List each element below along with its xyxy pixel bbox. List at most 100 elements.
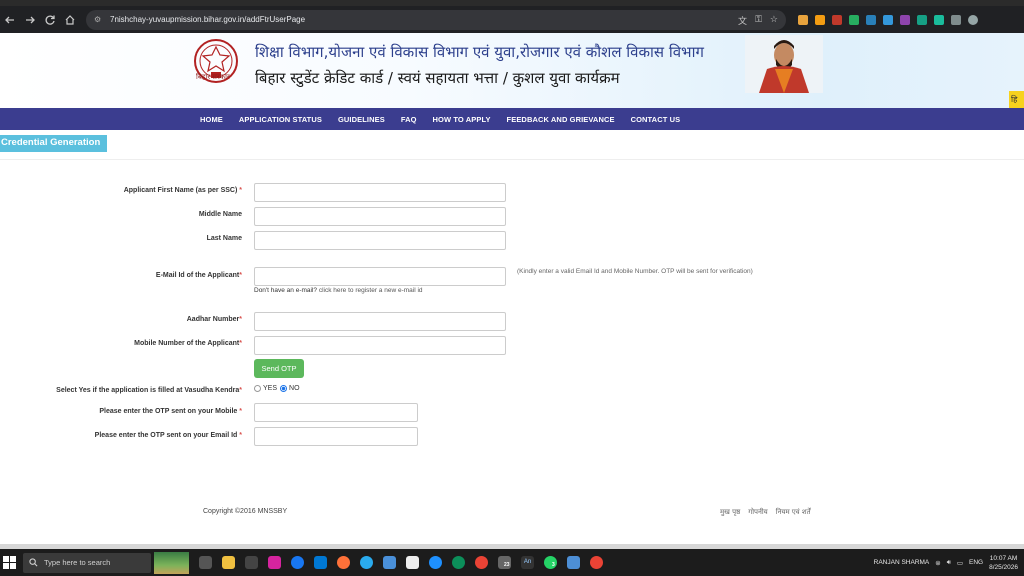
mobile-label: Mobile Number of the Applicant* xyxy=(134,340,242,347)
url-text: 7nishchay-yuvaupmission.bihar.gov.in/add… xyxy=(110,15,306,24)
main-nav: HOME APPLICATION STATUS GUIDELINES FAQ H… xyxy=(0,108,1024,130)
extension-icon[interactable] xyxy=(866,14,876,25)
extension-icon[interactable] xyxy=(934,14,944,25)
no-radio[interactable] xyxy=(280,385,288,392)
first-name-label: Applicant First Name (as per SSC) * xyxy=(124,187,242,194)
star-icon[interactable]: ☆ xyxy=(770,14,778,27)
system-tray: RANJAN SHARMA ⊜ 🔊︎ ▭ ENG 10:07 AM 8/25/2… xyxy=(874,549,1018,576)
back-icon[interactable] xyxy=(0,10,20,30)
no-email-text: Don't have an e-mail? xyxy=(254,287,318,294)
capcut-icon[interactable] xyxy=(406,556,419,569)
key-icon[interactable]: ⚿ xyxy=(755,14,762,27)
nav-contact-us[interactable]: CONTACT US xyxy=(631,115,681,124)
mobile-input[interactable] xyxy=(254,336,506,355)
no-radio-label: NO xyxy=(289,385,300,392)
divider xyxy=(0,159,1024,160)
file-explorer-icon[interactable] xyxy=(222,556,235,569)
footer-link-home[interactable]: मुख पृष्ठ xyxy=(720,508,740,517)
app-icon[interactable] xyxy=(567,556,580,569)
forward-icon[interactable] xyxy=(20,10,40,30)
language-indicator[interactable]: ENG xyxy=(969,559,983,566)
nav-application-status[interactable]: APPLICATION STATUS xyxy=(239,115,322,124)
firefox-icon[interactable] xyxy=(337,556,350,569)
no-email-note: Don't have an e-mail? click here to regi… xyxy=(254,287,423,294)
middle-name-input[interactable] xyxy=(254,207,506,226)
profile-icon[interactable] xyxy=(968,14,978,25)
first-name-label-text: Applicant First Name (as per SSC) xyxy=(123,187,238,194)
nav-how-to-apply[interactable]: HOW TO APPLY xyxy=(433,115,491,124)
required-mark: * xyxy=(239,432,242,439)
nav-feedback-grievance[interactable]: FEEDBACK AND GRIEVANCE xyxy=(507,115,615,124)
pinned-apps: 23 An 3 xyxy=(199,556,603,569)
required-mark: * xyxy=(239,316,242,323)
first-name-input[interactable] xyxy=(254,183,506,202)
calendar-icon[interactable] xyxy=(245,556,258,569)
language-toggle[interactable]: हि xyxy=(1009,91,1024,109)
email-label: E-Mail Id of the Applicant* xyxy=(156,272,242,279)
instagram-icon[interactable] xyxy=(268,556,281,569)
otp-mobile-label: Please enter the OTP sent on your Mobile… xyxy=(99,408,242,415)
extension-icon[interactable] xyxy=(883,14,893,25)
taskbar-search-placeholder: Type here to search xyxy=(44,558,111,567)
windows-start-icon[interactable] xyxy=(3,555,17,570)
credential-generation-tab[interactable]: Credential Generation xyxy=(0,135,107,152)
otp-mobile-input[interactable] xyxy=(254,403,418,422)
whatsapp-icon[interactable]: 3 xyxy=(544,556,557,569)
facebook-icon[interactable] xyxy=(291,556,304,569)
app-icon[interactable] xyxy=(429,556,442,569)
footer-link-privacy[interactable]: गोपनीय xyxy=(748,508,768,517)
extension-icon[interactable] xyxy=(798,14,808,25)
otp-email-label-text: Please enter the OTP sent on your Email … xyxy=(94,432,238,439)
minister-portrait xyxy=(745,35,823,93)
user-name[interactable]: RANJAN SHARMA xyxy=(874,559,930,566)
copyright-text: Copyright ©2016 MNSSBY xyxy=(203,508,288,515)
app-icon[interactable] xyxy=(383,556,396,569)
extension-icon[interactable] xyxy=(815,14,825,25)
clock-time: 10:07 AM xyxy=(989,554,1018,562)
clock[interactable]: 10:07 AM 8/25/2026 xyxy=(989,554,1018,572)
last-name-input[interactable] xyxy=(254,231,506,250)
extension-icon[interactable] xyxy=(900,14,910,25)
email-input[interactable] xyxy=(254,267,506,286)
nav-faq[interactable]: FAQ xyxy=(401,115,417,124)
clock-date: 8/25/2026 xyxy=(989,563,1018,571)
app-badge-23[interactable]: 23 xyxy=(498,556,511,569)
mobile-label-text: Mobile Number of the Applicant xyxy=(134,340,240,347)
register-email-link[interactable]: click here to register a new e-mail id xyxy=(319,287,423,294)
chrome-icon[interactable] xyxy=(475,556,488,569)
home-icon[interactable] xyxy=(60,10,80,30)
extension-icon[interactable] xyxy=(917,14,927,25)
battery-icon[interactable]: ▭ xyxy=(957,559,963,567)
download-icon[interactable] xyxy=(951,14,961,25)
aadhar-input[interactable] xyxy=(254,312,506,331)
search-icon xyxy=(29,558,38,567)
address-bar[interactable]: ⚙ 7nishchay-yuvaupmission.bihar.gov.in/a… xyxy=(86,9,786,30)
required-mark: * xyxy=(239,340,242,347)
middle-name-label: Middle Name xyxy=(198,211,242,218)
mail-icon[interactable] xyxy=(314,556,327,569)
translate-icon[interactable]: 文 xyxy=(738,14,747,27)
header-title-line2: बिहार स्टुडेंट क्रेडिट कार्ड / स्वयं सहा… xyxy=(255,69,620,87)
nav-home[interactable]: HOME xyxy=(200,115,223,124)
widgets-landscape-icon[interactable] xyxy=(154,551,189,574)
volume-icon[interactable]: 🔊︎ xyxy=(947,559,951,567)
extension-icon[interactable] xyxy=(849,14,859,25)
send-otp-button[interactable]: Send OTP xyxy=(254,359,304,378)
an-app-icon[interactable]: An xyxy=(521,556,534,569)
otp-email-input[interactable] xyxy=(254,427,418,446)
site-info-icon[interactable]: ⚙ xyxy=(94,15,104,25)
aadhar-label: Aadhar Number* xyxy=(187,316,242,323)
edge-icon[interactable] xyxy=(452,556,465,569)
chrome-active-icon[interactable] xyxy=(590,556,603,569)
yes-radio[interactable] xyxy=(254,385,261,392)
reload-icon[interactable] xyxy=(40,10,60,30)
site-header: शिक्षा विभाग,योजना एवं विकास विभाग एवं य… xyxy=(0,33,1024,109)
network-icon[interactable]: ⊜ xyxy=(935,559,940,567)
taskbar-search[interactable]: Type here to search xyxy=(23,552,151,573)
extension-icon[interactable] xyxy=(832,14,842,25)
task-view-icon[interactable] xyxy=(199,556,212,569)
footer-link-terms[interactable]: नियम एवं शर्तें xyxy=(776,508,811,517)
nav-guidelines[interactable]: GUIDELINES xyxy=(338,115,385,124)
telegram-icon[interactable] xyxy=(360,556,373,569)
vasudha-radio-group: YES NO xyxy=(254,385,300,392)
